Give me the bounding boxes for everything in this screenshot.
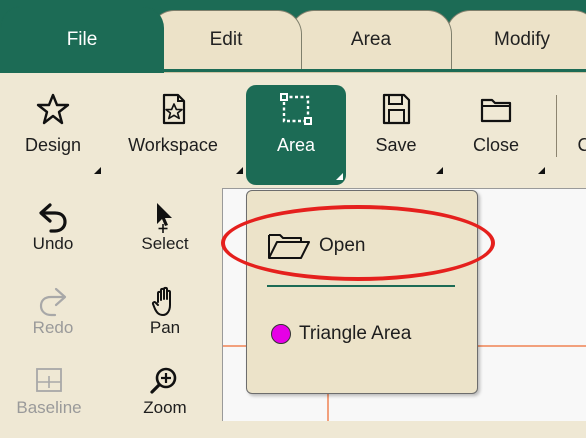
select-label: Select <box>141 234 188 254</box>
tab-modify[interactable]: Modify <box>446 10 586 69</box>
save-dropdown-arrow-icon <box>436 167 443 174</box>
workspace-button[interactable]: Workspace <box>112 85 234 185</box>
hand-pan-icon <box>148 284 182 318</box>
tab-area[interactable]: Area <box>290 10 452 69</box>
ribbon-cut-off-button[interactable]: C <box>574 85 586 185</box>
tab-modify-label: Modify <box>494 29 550 51</box>
baseline-label: Baseline <box>16 398 81 418</box>
workspace-label: Workspace <box>128 135 218 156</box>
tab-area-label: Area <box>351 29 391 51</box>
open-folder-icon <box>267 231 311 261</box>
tab-edit-label: Edit <box>210 29 243 51</box>
triangle-area-color-dot-icon <box>271 324 291 344</box>
floppy-disk-icon <box>378 91 414 127</box>
design-label: Design <box>25 135 81 156</box>
undo-button[interactable]: Undo <box>18 200 88 274</box>
redo-label: Redo <box>33 318 74 338</box>
undo-label: Undo <box>33 234 74 254</box>
folder-icon <box>478 91 514 127</box>
close-dropdown-arrow-icon <box>538 167 545 174</box>
ribbon-cut-off-label: C <box>578 135 586 156</box>
redo-arrow-icon <box>36 284 70 318</box>
area-label: Area <box>277 135 315 156</box>
baseline-icon <box>32 364 66 398</box>
workspace-document-icon <box>155 91 191 127</box>
workspace-dropdown-arrow-icon <box>236 167 243 174</box>
tab-file-label: File <box>67 29 98 51</box>
tab-edit[interactable]: Edit <box>150 10 302 69</box>
redo-button[interactable]: Redo <box>18 284 88 358</box>
pan-label: Pan <box>150 318 180 338</box>
ribbon-tab-strip: Modify Area Edit File <box>0 0 586 72</box>
save-label: Save <box>375 135 416 156</box>
close-button[interactable]: Close <box>456 85 536 185</box>
menu-divider <box>267 285 455 287</box>
menu-item-open[interactable]: Open <box>247 221 477 271</box>
baseline-button[interactable]: Baseline <box>6 364 92 438</box>
pan-button[interactable]: Pan <box>130 284 200 358</box>
close-label: Close <box>473 135 519 156</box>
ribbon-separator <box>556 95 557 157</box>
ribbon-toolbar: Design Workspace Area Save <box>0 72 586 187</box>
area-button[interactable]: Area <box>246 85 346 185</box>
star-icon <box>35 91 71 127</box>
menu-item-triangle-area[interactable]: Triangle Area <box>247 309 477 359</box>
zoom-button[interactable]: Zoom <box>130 364 200 438</box>
area-dropdown-arrow-icon <box>336 173 343 180</box>
select-button[interactable]: Select <box>130 200 200 274</box>
zoom-label: Zoom <box>143 398 186 418</box>
area-selection-icon <box>278 91 314 127</box>
menu-item-triangle-area-label: Triangle Area <box>299 323 411 345</box>
select-arrow-icon <box>148 200 182 234</box>
menu-item-open-label: Open <box>319 235 365 257</box>
tab-file[interactable]: File <box>0 6 164 73</box>
area-dropdown-menu: Open Triangle Area <box>246 190 478 394</box>
magnifier-zoom-icon <box>148 364 182 398</box>
design-dropdown-arrow-icon <box>94 167 101 174</box>
design-button[interactable]: Design <box>8 85 98 185</box>
undo-arrow-icon <box>36 200 70 234</box>
save-button[interactable]: Save <box>356 85 436 185</box>
